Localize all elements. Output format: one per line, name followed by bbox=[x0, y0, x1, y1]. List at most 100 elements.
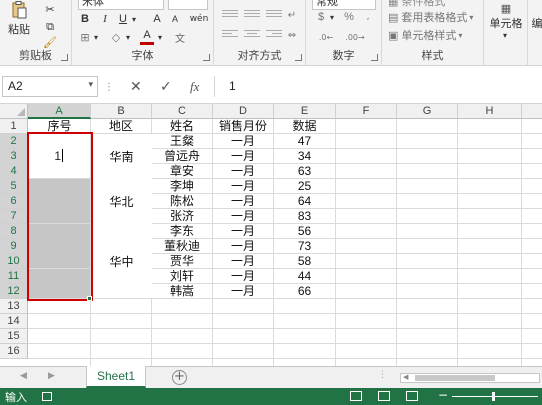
insert-function-icon[interactable]: fx bbox=[190, 79, 199, 95]
merge-cells-icon[interactable]: ⇔ bbox=[284, 28, 300, 42]
zoom-out-icon[interactable]: − bbox=[438, 388, 448, 402]
month-cell[interactable]: 一月 bbox=[213, 134, 273, 149]
value-cell[interactable]: 66 bbox=[274, 284, 335, 299]
name-cell[interactable]: 李东 bbox=[152, 224, 212, 239]
row-header-13[interactable]: 13 bbox=[0, 299, 28, 314]
scroll-left-icon[interactable]: ◀ bbox=[403, 373, 408, 381]
number-launcher-icon[interactable] bbox=[371, 54, 378, 61]
name-cell[interactable]: 刘轩 bbox=[152, 269, 212, 284]
col-header-c[interactable]: C bbox=[152, 104, 213, 119]
alignment-launcher-icon[interactable] bbox=[295, 54, 302, 61]
value-cell[interactable]: 47 bbox=[274, 134, 335, 149]
border-icon[interactable]: ⊞ bbox=[78, 30, 92, 44]
month-cell[interactable]: 一月 bbox=[213, 239, 273, 254]
month-cell[interactable]: 一月 bbox=[213, 209, 273, 224]
cancel-entry-icon[interactable]: ✕ bbox=[130, 79, 142, 95]
macro-record-icon[interactable] bbox=[42, 392, 52, 401]
bold-button[interactable]: B bbox=[78, 12, 92, 26]
month-cell[interactable]: 一月 bbox=[213, 254, 273, 269]
month-cell[interactable]: 一月 bbox=[213, 284, 273, 299]
normal-view-icon[interactable] bbox=[350, 391, 362, 401]
row-header-6[interactable]: 6 bbox=[0, 194, 28, 209]
clipboard-launcher-icon[interactable] bbox=[61, 54, 68, 61]
phonetic-guide-icon[interactable]: 文 bbox=[172, 30, 188, 45]
underline-dropdown-icon[interactable]: ▾ bbox=[130, 12, 138, 26]
month-cell[interactable]: 一月 bbox=[213, 194, 273, 209]
name-cell[interactable]: 李坤 bbox=[152, 179, 212, 194]
value-cell[interactable]: 83 bbox=[274, 209, 335, 224]
font-size-select[interactable] bbox=[168, 0, 208, 10]
font-name-select[interactable]: 宋体 bbox=[78, 0, 164, 10]
row-header-4[interactable]: 4 bbox=[0, 164, 28, 179]
col-header-e[interactable]: E bbox=[274, 104, 336, 119]
row-header-9[interactable]: 9 bbox=[0, 239, 28, 254]
cells-icon[interactable]: ▦ bbox=[494, 0, 518, 16]
value-cell[interactable]: 25 bbox=[274, 179, 335, 194]
format-as-table-button[interactable]: ▤ 套用表格格式 ▾ bbox=[388, 10, 482, 25]
name-cell[interactable]: 王粲 bbox=[152, 134, 212, 149]
header-cell-name[interactable]: 姓名 bbox=[152, 119, 212, 134]
name-box-dropdown-icon[interactable]: ▾ bbox=[88, 79, 93, 90]
conditional-format-button[interactable]: ▦ 条件格式 bbox=[388, 0, 482, 8]
col-header-f[interactable]: F bbox=[336, 104, 397, 119]
cells-button[interactable]: 单元格 bbox=[484, 16, 528, 30]
row-header-15[interactable]: 15 bbox=[0, 329, 28, 344]
paste-button[interactable]: 粘贴 bbox=[4, 22, 34, 36]
horizontal-scroll-thumb[interactable] bbox=[415, 375, 495, 381]
row-header-16[interactable]: 16 bbox=[0, 344, 28, 359]
name-cell[interactable]: 张济 bbox=[152, 209, 212, 224]
currency-button[interactable]: $ bbox=[314, 10, 328, 24]
region-cell-north[interactable]: 华北 bbox=[91, 179, 152, 224]
value-cell[interactable]: 34 bbox=[274, 149, 335, 164]
shrink-font-button[interactable]: A bbox=[168, 12, 182, 26]
value-cell[interactable]: 44 bbox=[274, 269, 335, 284]
name-cell[interactable]: 曾远舟 bbox=[152, 149, 212, 164]
zoom-slider-thumb[interactable] bbox=[492, 392, 495, 401]
name-cell[interactable]: 韩嵩 bbox=[152, 284, 212, 299]
name-cell[interactable]: 董秋迪 bbox=[152, 239, 212, 254]
region-cell-south[interactable]: 华南 bbox=[91, 134, 152, 179]
underline-button[interactable]: U bbox=[116, 12, 130, 26]
row-header-14[interactable]: 14 bbox=[0, 314, 28, 329]
row-header-3[interactable]: 3 bbox=[0, 149, 28, 164]
fill-color-icon[interactable]: ◇ bbox=[108, 30, 124, 44]
header-cell-region[interactable]: 地区 bbox=[91, 119, 151, 134]
formula-input[interactable]: 1 bbox=[214, 76, 542, 97]
cells-dropdown-icon[interactable]: ▾ bbox=[498, 30, 512, 40]
row-header-8[interactable]: 8 bbox=[0, 224, 28, 239]
border-dropdown-icon[interactable]: ▾ bbox=[92, 30, 100, 44]
row-header-1[interactable]: 1 bbox=[0, 119, 28, 134]
increase-decimal-icon[interactable]: .0← bbox=[316, 30, 336, 44]
month-cell[interactable]: 一月 bbox=[213, 269, 273, 284]
select-all-corner[interactable] bbox=[0, 104, 28, 119]
fill-handle[interactable] bbox=[87, 296, 92, 301]
font-launcher-icon[interactable] bbox=[203, 54, 210, 61]
page-break-view-icon[interactable] bbox=[406, 391, 418, 401]
zoom-slider[interactable] bbox=[452, 396, 538, 397]
month-cell[interactable]: 一月 bbox=[213, 224, 273, 239]
percent-button[interactable]: % bbox=[342, 10, 356, 24]
name-cell[interactable]: 章安 bbox=[152, 164, 212, 179]
align-right-icon[interactable] bbox=[266, 30, 282, 42]
month-cell[interactable]: 一月 bbox=[213, 149, 273, 164]
scroll-tabs-left-icon[interactable]: ◀ bbox=[20, 371, 27, 381]
number-format-select[interactable]: 常规 bbox=[312, 0, 376, 10]
currency-dropdown-icon[interactable]: ▾ bbox=[328, 10, 336, 24]
confirm-entry-icon[interactable]: ✓ bbox=[160, 79, 172, 95]
align-top-icon[interactable] bbox=[222, 10, 238, 22]
horizontal-scrollbar[interactable]: ◀ bbox=[400, 373, 540, 383]
month-cell[interactable]: 一月 bbox=[213, 179, 273, 194]
value-cell[interactable]: 64 bbox=[274, 194, 335, 209]
row-header-10[interactable]: 10 bbox=[0, 254, 28, 269]
decrease-decimal-icon[interactable]: .00→ bbox=[344, 30, 366, 44]
cut-icon[interactable]: ✂ bbox=[40, 2, 60, 16]
fill-dropdown-icon[interactable]: ▾ bbox=[124, 30, 132, 44]
col-header-g[interactable]: G bbox=[397, 104, 458, 119]
tab-sheet1[interactable]: Sheet1 bbox=[86, 366, 146, 388]
col-header-d[interactable]: D bbox=[213, 104, 274, 119]
month-cell[interactable]: 一月 bbox=[213, 164, 273, 179]
page-layout-view-icon[interactable] bbox=[378, 391, 390, 401]
copy-icon[interactable]: ⧉ bbox=[40, 20, 60, 34]
row-header-7[interactable]: 7 bbox=[0, 209, 28, 224]
value-cell[interactable]: 58 bbox=[274, 254, 335, 269]
